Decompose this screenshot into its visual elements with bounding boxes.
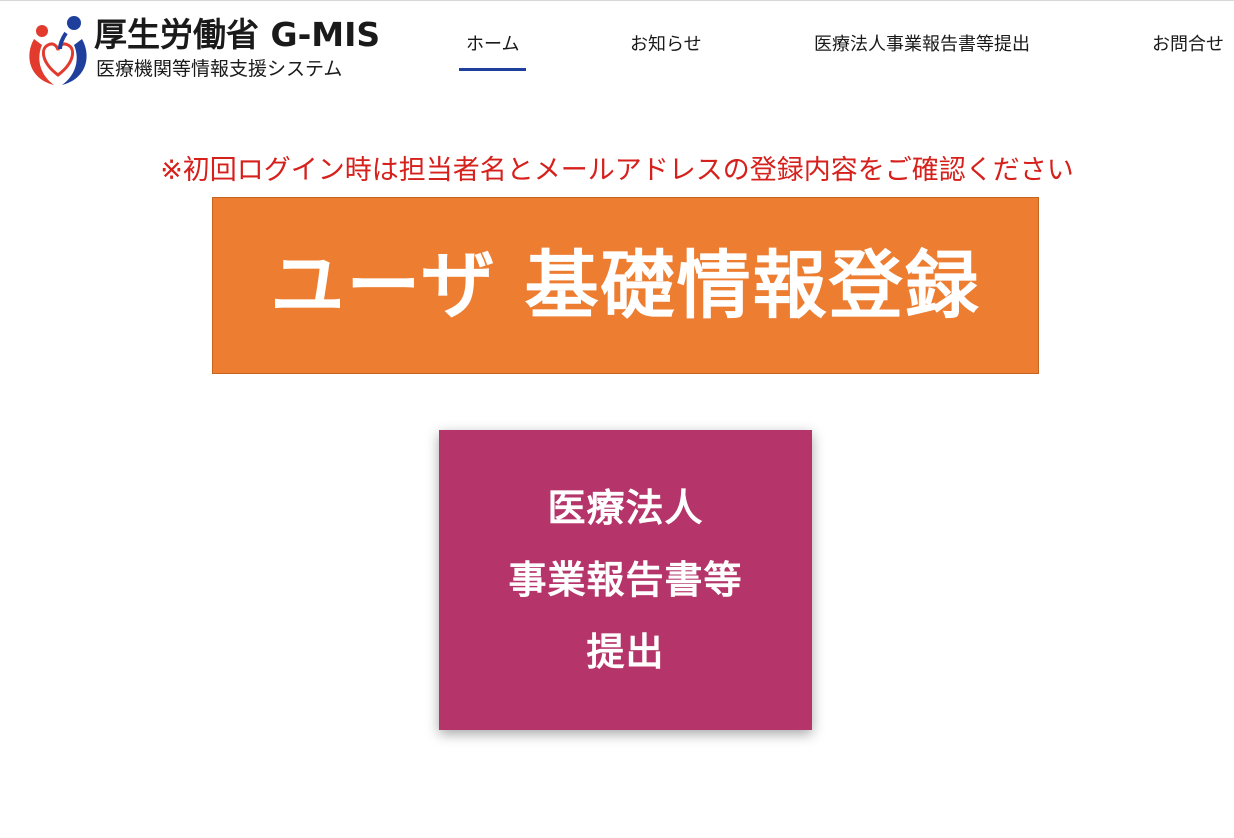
nav-item-news[interactable]: お知らせ [630, 31, 702, 59]
nav-item-home[interactable]: ホーム [458, 31, 528, 71]
banner-label: ユーザ 基礎情報登録 [270, 242, 981, 329]
page: 厚生労働省 G-MIS 医療機関等情報支援システム ホーム お知らせ 医療法人事… [0, 0, 1234, 838]
user-basic-info-registration-button[interactable]: ユーザ 基礎情報登録 [212, 197, 1039, 374]
main-nav: ホーム お知らせ 医療法人事業報告書等提出 お問合せ [0, 1, 1234, 93]
tile-line-1: 医療法人 [547, 486, 704, 530]
first-login-notice: ※初回ログイン時は担当者名とメールアドレスの登録内容をご確認ください [160, 155, 1074, 186]
nav-item-contact[interactable]: お問合せ [1152, 31, 1224, 59]
business-report-submission-tile[interactable]: 医療法人 事業報告書等 提出 [439, 430, 812, 730]
tile-line-2: 事業報告書等 [508, 558, 743, 602]
nav-item-business-report-submission[interactable]: 医療法人事業報告書等提出 [814, 31, 1030, 59]
site-header: 厚生労働省 G-MIS 医療機関等情報支援システム ホーム お知らせ 医療法人事… [0, 1, 1234, 93]
tile-line-3: 提出 [586, 630, 665, 674]
